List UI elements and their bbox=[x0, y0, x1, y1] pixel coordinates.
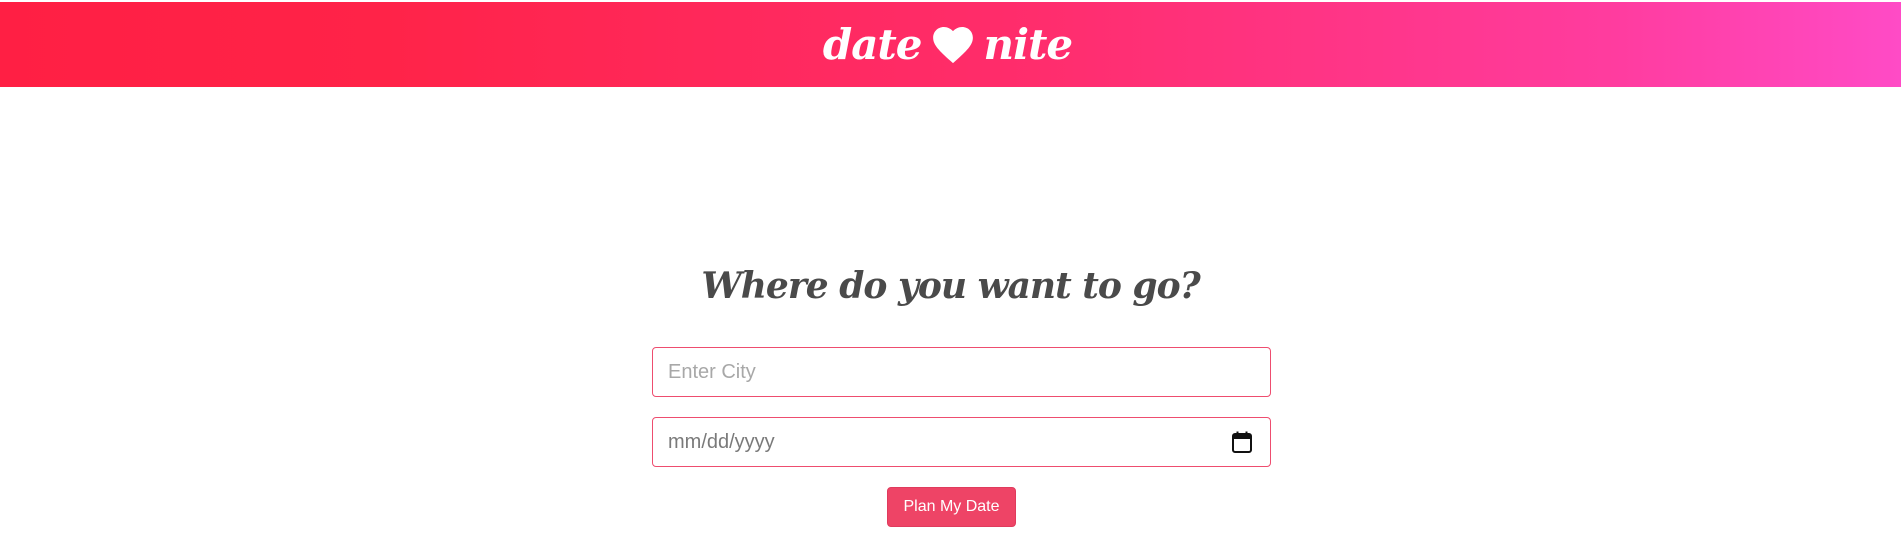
date-input-placeholder: mm/dd/yyyy bbox=[668, 430, 775, 453]
main-content: Where do you want to go? Enter City mm/d… bbox=[0, 87, 1901, 560]
navbar: date nite bbox=[0, 2, 1901, 87]
plan-my-date-button[interactable]: Plan My Date bbox=[887, 487, 1016, 527]
city-input-placeholder: Enter City bbox=[668, 360, 756, 383]
brand-text-left: date bbox=[822, 20, 923, 69]
city-input[interactable]: Enter City bbox=[652, 347, 1271, 397]
page-title: Where do you want to go? bbox=[701, 265, 1200, 307]
heart-icon bbox=[932, 26, 973, 63]
calendar-icon[interactable] bbox=[1232, 431, 1252, 453]
date-input[interactable]: mm/dd/yyyy bbox=[652, 417, 1271, 467]
brand-text-right: nite bbox=[983, 20, 1074, 69]
brand-logo-link[interactable]: date nite bbox=[822, 20, 1074, 69]
